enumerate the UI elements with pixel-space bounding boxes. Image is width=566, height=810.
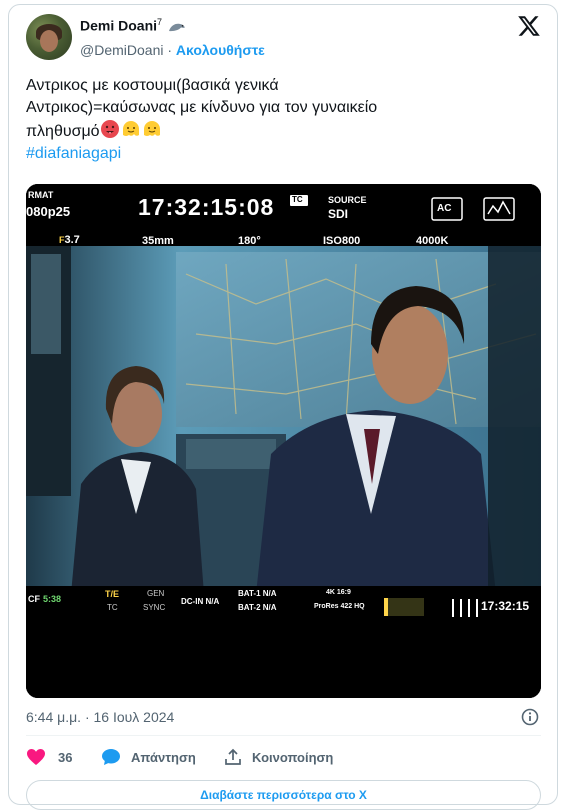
hud-tc-small: TC xyxy=(107,603,118,612)
hud-bat2: BAT-2 N/A xyxy=(238,603,277,612)
hud-bat1: BAT-1 N/A xyxy=(238,589,277,598)
tweet-media-image[interactable]: RMAT 080p25 17:32:15:08 TC SOURCE SDI AC… xyxy=(26,184,541,698)
share-label: Κοινοποίηση xyxy=(252,749,334,765)
reply-label: Απάντηση xyxy=(131,749,196,765)
handle-separator: · xyxy=(167,42,173,58)
info-icon[interactable] xyxy=(520,707,540,727)
hud-ac-label: AC xyxy=(437,203,452,214)
hud-timecode-small: 17:32:15 xyxy=(481,599,530,613)
author-name-sup: 7 xyxy=(157,17,163,27)
hashtag-link[interactable]: #diafaniagapi xyxy=(26,143,536,165)
tweet-text-line-1: Αντρικος με κοστουμι(βασικά γενικά xyxy=(26,77,279,94)
hud-shutter: 180° xyxy=(238,235,261,247)
hud-tc-label: TC xyxy=(292,195,303,204)
avatar[interactable] xyxy=(26,14,72,60)
hud-wb: 4000K xyxy=(416,235,449,247)
hud-format-label: RMAT xyxy=(28,190,54,200)
share-upload-icon xyxy=(225,748,241,765)
hud-aperture-value: 3.7 xyxy=(64,234,80,246)
reply-bubble-icon xyxy=(102,749,120,765)
hud-format-value: 080p25 xyxy=(26,204,71,219)
x-logo-icon[interactable] xyxy=(517,14,541,38)
hud-timecode: 17:32:15:08 xyxy=(138,194,275,220)
seal-emoji-icon xyxy=(168,23,185,32)
tweet-timestamp[interactable]: 6:44 μ.μ. · 16 Ιουλ 2024 xyxy=(26,709,174,725)
tweet-text-line-3: πληθυσμό xyxy=(26,119,536,143)
hud-source-label: SOURCE xyxy=(328,195,367,205)
melting-face-emoji-icon xyxy=(143,121,160,136)
avatar-face xyxy=(40,30,58,52)
hashtag-text[interactable]: #diafaniagapi xyxy=(26,145,121,162)
like-button[interactable]: 36 xyxy=(26,748,72,766)
author-handle-row: @DemiDoani · Ακολουθήστε xyxy=(80,42,265,58)
hud-cf-label: CF xyxy=(28,594,40,604)
author-name[interactable]: Demi Doani7 xyxy=(80,17,186,34)
read-more-button[interactable]: Διαβάστε περισσότερα στο X xyxy=(26,780,541,810)
divider xyxy=(26,735,541,736)
tweet-text-line-2: Αντρικος)=καύσωνας με κίνδυνο για τον γυ… xyxy=(26,99,378,116)
author-handle[interactable]: @DemiDoani xyxy=(80,42,163,58)
hud-sync-label: SYNC xyxy=(143,603,166,612)
hot-face-emoji-icon xyxy=(100,120,119,138)
camera-monitor-photo xyxy=(26,184,541,698)
hud-dcin: DC-IN N/A xyxy=(181,597,220,606)
tweet-text-line-3-text: πληθυσμό xyxy=(26,123,100,140)
hud-cf-value: 5:38 xyxy=(43,594,62,604)
hud-focal: 35mm xyxy=(142,235,174,247)
hud-iso: ISO800 xyxy=(323,235,361,247)
like-count: 36 xyxy=(58,749,73,765)
author-name-text: Demi Doani xyxy=(80,17,158,34)
melting-face-emoji-icon xyxy=(122,121,139,136)
hud-gen-label: GEN xyxy=(147,589,165,598)
hud-te-label: T/E xyxy=(105,589,120,599)
hud-codec: ProRes 422 HQ xyxy=(314,603,365,610)
tweet-text: Αντρικος με κοστουμι(βασικά γενικά Αντρι… xyxy=(26,75,536,165)
share-button[interactable]: Κοινοποίηση xyxy=(224,748,333,766)
hud-aperture: F3.7 xyxy=(59,234,80,246)
heart-icon xyxy=(27,749,45,765)
reply-button[interactable]: Απάντηση xyxy=(101,748,196,766)
follow-button[interactable]: Ακολουθήστε xyxy=(176,42,265,58)
hud-source-value: SDI xyxy=(328,207,349,221)
hud-res: 4K 16:9 xyxy=(326,589,351,596)
